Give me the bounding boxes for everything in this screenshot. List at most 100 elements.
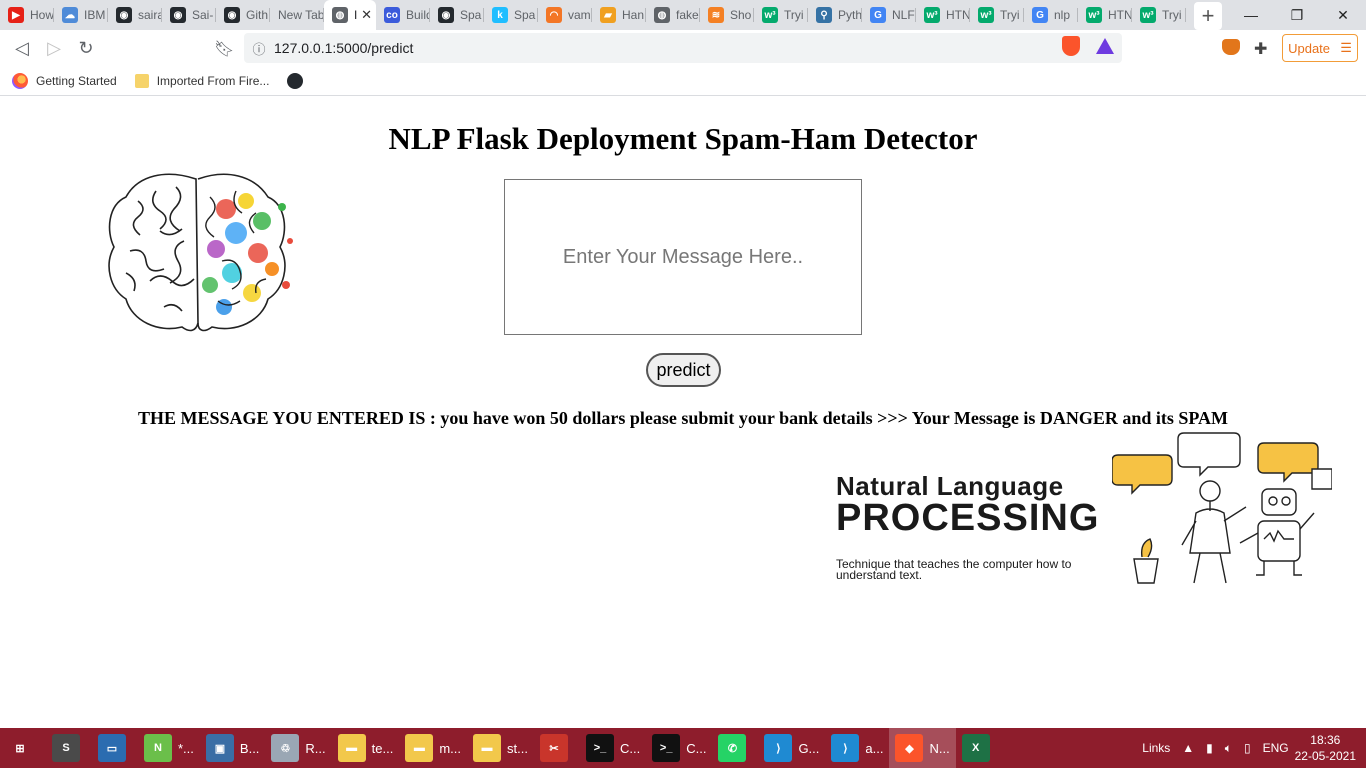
- taskbar-button[interactable]: ⊞: [0, 728, 46, 768]
- browser-tab[interactable]: ◍ I ✕: [324, 0, 376, 30]
- clock-date: 22-05-2021: [1294, 749, 1356, 763]
- prediction-result: THE MESSAGE YOU ENTERED IS : you have wo…: [137, 408, 1229, 428]
- tab-close-icon[interactable]: ✕: [361, 7, 372, 23]
- browser-tab[interactable]: ▶ How: [0, 0, 54, 30]
- banner-line2: PROCESSING: [836, 497, 1100, 539]
- browser-tab[interactable]: ◠ vam: [538, 0, 592, 30]
- site-info-icon[interactable]: ⓘ: [244, 39, 274, 58]
- browser-tab[interactable]: co Build: [376, 0, 430, 30]
- tab-favicon-icon: ☁: [62, 7, 78, 23]
- tab-favicon-icon: ◉: [116, 7, 132, 23]
- tab-label: IBM: [84, 8, 106, 22]
- minimize-icon[interactable]: —: [1228, 0, 1274, 30]
- tab-label: Sho: [730, 8, 752, 22]
- taskbar-button[interactable]: ▬ te...: [332, 728, 400, 768]
- tab-label: NLF: [892, 8, 915, 22]
- browser-tab[interactable]: ◉ Gith: [216, 0, 270, 30]
- taskbar-label: st...: [507, 740, 528, 756]
- taskbar-button[interactable]: ♲ R...: [265, 728, 331, 768]
- taskbar-button[interactable]: >_ C...: [580, 728, 646, 768]
- reload-icon[interactable]: ↻: [70, 32, 102, 64]
- bookmark-imported-folder[interactable]: Imported From Fire...: [134, 73, 269, 88]
- extensions-icon[interactable]: ✚: [1254, 39, 1267, 59]
- browser-tab[interactable]: New Tab: [270, 0, 324, 30]
- clock[interactable]: 18:36 22-05-2021: [1295, 732, 1356, 764]
- tab-label: Gith: [246, 8, 269, 22]
- url-text: 127.0.0.1:5000/predict: [274, 40, 414, 56]
- taskbar-button[interactable]: S: [46, 728, 92, 768]
- taskbar-button[interactable]: X: [956, 728, 1002, 768]
- taskbar-button[interactable]: ⟩ G...: [758, 728, 825, 768]
- taskbar-label: C...: [619, 740, 641, 756]
- taskbar-button[interactable]: ⟩ a...: [825, 728, 889, 768]
- forward-icon[interactable]: ▷: [38, 32, 70, 64]
- close-window-icon[interactable]: ✕: [1320, 0, 1366, 30]
- bookmark-github[interactable]: [287, 72, 311, 89]
- bookmark-icon[interactable]: 🔖︎: [214, 39, 234, 59]
- browser-tab[interactable]: w³ Tryi: [1132, 0, 1186, 30]
- tab-label: Sai-: [192, 8, 214, 22]
- bookmark-getting-started[interactable]: Getting Started: [12, 72, 117, 89]
- tab-label: Tryi: [1000, 8, 1020, 22]
- taskbar-button[interactable]: N *...: [138, 728, 200, 768]
- address-bar[interactable]: ⓘ 127.0.0.1:5000/predict: [244, 33, 1122, 63]
- browser-tab[interactable]: ◍ fake: [646, 0, 700, 30]
- excel-icon: X: [961, 734, 990, 762]
- notepad-plus-icon: N: [144, 734, 172, 762]
- taskbar-label: m...: [439, 740, 462, 756]
- browser-tab[interactable]: w³ Tryi: [754, 0, 808, 30]
- taskbar-button[interactable]: ▭: [92, 728, 138, 768]
- taskbar-label: *...: [178, 740, 194, 756]
- tab-label: saira: [138, 8, 162, 22]
- volume-icon[interactable]: 🔈︎: [1225, 741, 1232, 756]
- taskbar-label: R...: [305, 740, 326, 756]
- taskbar-button[interactable]: ◆ N...: [889, 728, 956, 768]
- brave-rewards-icon[interactable]: [1096, 38, 1114, 54]
- message-input[interactable]: Enter Your Message Here..: [504, 179, 862, 335]
- browser-tab[interactable]: Gnlp: [1024, 0, 1078, 30]
- folder-icon: ▬: [337, 734, 366, 762]
- restore-icon[interactable]: ❐: [1274, 0, 1320, 30]
- tab-favicon-icon: G: [870, 7, 886, 23]
- folder-icon: [134, 73, 149, 88]
- new-tab-button[interactable]: +: [1194, 1, 1222, 30]
- tab-favicon-icon: w³: [762, 7, 778, 23]
- taskbar-button[interactable]: ▣ B...: [200, 728, 266, 768]
- page-content: NLP Flask Deployment Spam-Ham Detector E…: [0, 97, 1366, 728]
- browser-tab[interactable]: ◉ Spa: [430, 0, 484, 30]
- browser-tab[interactable]: k Spa: [484, 0, 538, 30]
- browser-tab[interactable]: ◉ Sai-: [162, 0, 216, 30]
- back-icon[interactable]: ◁: [6, 32, 38, 64]
- network-icon[interactable]: ▮: [1206, 741, 1213, 755]
- tab-favicon-icon: ◍: [332, 7, 348, 23]
- browser-tab[interactable]: w³ Tryi: [970, 0, 1024, 30]
- brave-shield-icon[interactable]: [1062, 36, 1080, 56]
- browser-tab[interactable]: ▰ Han: [592, 0, 646, 30]
- taskbar-button[interactable]: >_ C...: [646, 728, 712, 768]
- tab-favicon-icon: ▰: [600, 7, 616, 23]
- browser-tab[interactable]: G NLF: [862, 0, 916, 30]
- browser-tab[interactable]: ◉ saira: [108, 0, 162, 30]
- predict-button[interactable]: predict: [646, 353, 721, 387]
- links-toolbar[interactable]: Links: [1142, 741, 1170, 755]
- taskbar-button[interactable]: ▬ m...: [399, 728, 467, 768]
- browser-tab[interactable]: ☁ IBM: [54, 0, 108, 30]
- browser-tab[interactable]: w³ HTN: [1078, 0, 1132, 30]
- tab-strip: ▶ How ☁ IBM ◉ saira ◉ Sai- ◉ Gith New Tab ◍ I ✕ co Buil…: [0, 0, 1366, 30]
- browser-tab[interactable]: ≋ Sho: [700, 0, 754, 30]
- chevron-up-icon[interactable]: ▲: [1182, 741, 1194, 755]
- whatsapp-icon: ✆: [718, 734, 747, 762]
- tab-label: nlp: [1054, 8, 1071, 22]
- battery-icon[interactable]: ▯: [1244, 741, 1251, 755]
- cmd-icon: >_: [652, 734, 681, 762]
- tab-favicon-icon: ◍: [654, 7, 670, 23]
- update-button[interactable]: Update ☰: [1282, 34, 1358, 62]
- browser-tab[interactable]: w³ HTN: [916, 0, 970, 30]
- tab-label: Han: [622, 8, 645, 22]
- language-indicator[interactable]: ENG: [1263, 741, 1289, 755]
- taskbar-button[interactable]: ▬ st...: [467, 728, 534, 768]
- browser-tab[interactable]: ⚲ Pyth: [808, 0, 862, 30]
- taskbar-button[interactable]: ✆: [712, 728, 758, 768]
- metamask-extension-icon[interactable]: [1222, 39, 1240, 55]
- taskbar-button[interactable]: ✂: [534, 728, 580, 768]
